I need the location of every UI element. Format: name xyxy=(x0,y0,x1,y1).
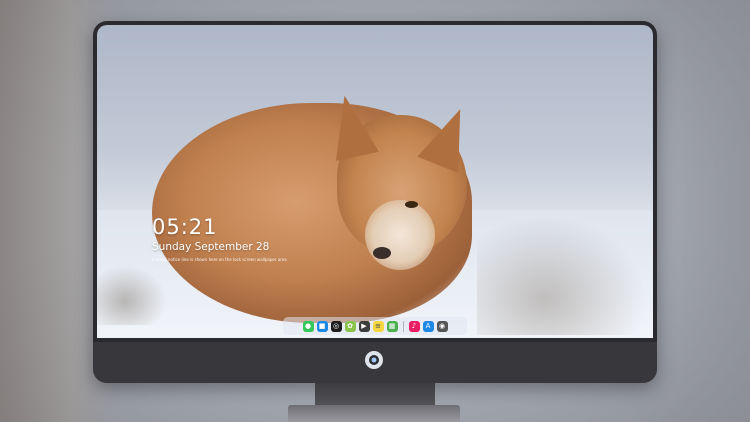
lock-screen-notice: A small notice line is shown here on the… xyxy=(152,257,287,262)
wallpaper-fox-eye xyxy=(405,201,418,208)
wallpaper-fox-nose xyxy=(373,247,391,259)
app-store-icon[interactable]: A xyxy=(422,320,434,332)
safari-icon[interactable]: ◎ xyxy=(330,320,342,332)
lock-screen-date: Sunday September 28 xyxy=(152,241,270,253)
monitor-stand-base xyxy=(288,405,460,422)
wallpaper-grass-right xyxy=(477,215,647,335)
brand-logo-icon xyxy=(365,351,383,369)
clapper-icon[interactable]: ▶ xyxy=(358,320,370,332)
preview-icon[interactable]: ▦ xyxy=(386,320,398,332)
wallpaper-grass-left xyxy=(97,265,167,325)
screen: 05:21 Sunday September 28 A small notice… xyxy=(97,25,653,338)
dock: ● ■ ◎ ✿ ▶ ≡ ▦ ♪ A ◉ xyxy=(283,317,467,335)
finder-icon[interactable]: ■ xyxy=(316,320,328,332)
wallpaper-fox-face xyxy=(365,200,435,270)
notes-icon[interactable]: ≡ xyxy=(372,320,384,332)
camera-icon[interactable]: ◉ xyxy=(436,320,448,332)
monitor-chin xyxy=(93,342,657,383)
lock-screen-time: 05:21 xyxy=(152,215,218,239)
messages-icon[interactable]: ● xyxy=(302,320,314,332)
monitor: 05:21 Sunday September 28 A small notice… xyxy=(93,21,657,383)
itunes-icon[interactable]: ♪ xyxy=(408,320,420,332)
photos-icon[interactable]: ✿ xyxy=(344,320,356,332)
dock-separator xyxy=(402,320,404,332)
